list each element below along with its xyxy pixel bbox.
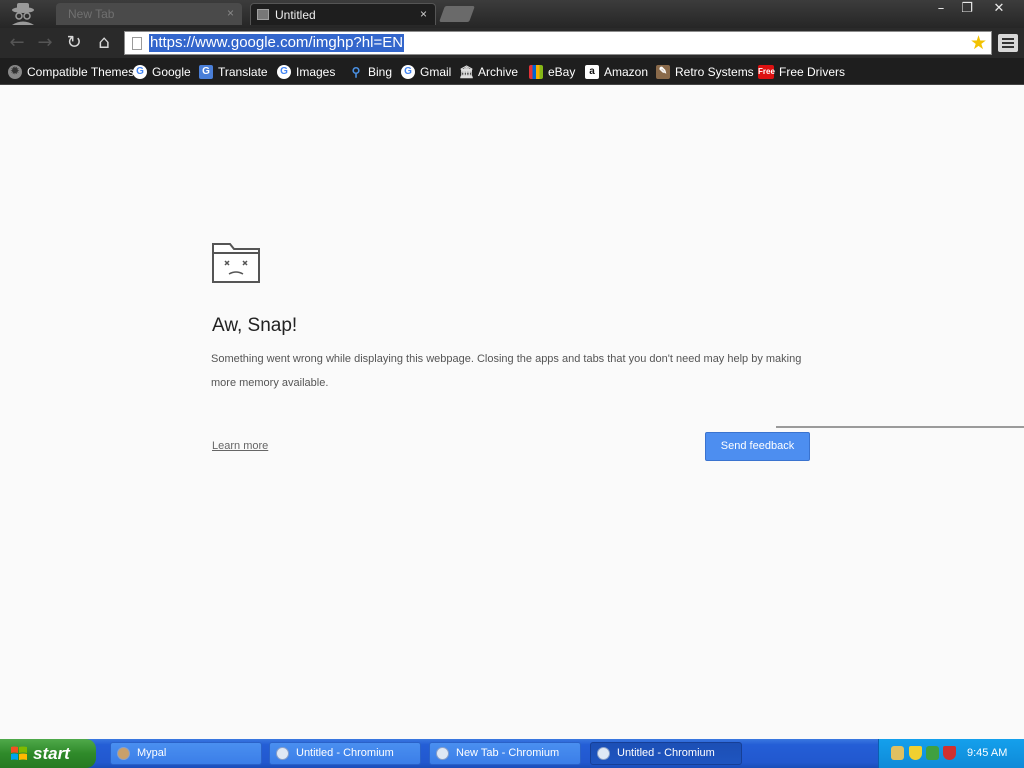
close-icon[interactable]: × [227, 6, 234, 20]
security-icon[interactable] [926, 746, 939, 760]
toolbar: ← → ↻ ⌂ https://www.google.com/imghp?hl=… [0, 28, 1024, 82]
windows-logo-icon [11, 746, 27, 760]
chromium-icon [597, 747, 610, 760]
menu-line [1002, 38, 1014, 40]
start-button[interactable]: start [0, 739, 96, 768]
bookmarks-bar: ✹ Compatible Themes G Google G Translate GI… [0, 58, 1024, 85]
error-message: Something went wrong while displaying th… [211, 353, 802, 389]
reload-icon[interactable]: ↻ [63, 32, 85, 54]
google-icon: G [133, 64, 147, 79]
tab-label: New Tab [68, 7, 115, 21]
title-bar: New Tab × Untitled × – ❐ ✕ [0, 0, 1024, 28]
back-arrow-icon[interactable]: ← [6, 32, 28, 54]
amazon-icon: a [585, 64, 599, 79]
page-icon [132, 37, 142, 50]
tab-new-tab[interactable]: New Tab × [56, 3, 242, 25]
gear-icon: ✹ [8, 64, 22, 79]
error-heading: Aw, Snap! [212, 315, 298, 336]
bookmark-amazon[interactable]: a Amazon [585, 62, 648, 80]
network-icon[interactable] [891, 746, 904, 760]
antivirus-icon[interactable] [943, 746, 956, 760]
bookmark-gmail[interactable]: G Gmail [401, 62, 451, 80]
clock: 9:45 AM [967, 747, 1008, 759]
chromium-icon [436, 747, 449, 760]
taskbar-item-label: Untitled - Chromium [296, 747, 394, 759]
menu-button[interactable] [998, 34, 1018, 52]
search-icon: ⚲ [351, 64, 361, 79]
bookmark-images[interactable]: G Images [277, 62, 335, 80]
restore-button[interactable]: ❐ [952, 1, 982, 17]
free-icon: Free [758, 64, 775, 79]
menu-line [1002, 46, 1014, 48]
tab-untitled[interactable]: Untitled × [250, 3, 436, 25]
google-icon: G [277, 64, 291, 79]
new-tab-button[interactable] [439, 6, 475, 22]
bookmark-retro-systems[interactable]: ✎ Retro Systems [656, 62, 754, 80]
bookmark-google[interactable]: G Google [133, 62, 191, 80]
taskbar-item-untitled-chromium[interactable]: Untitled - Chromium [269, 742, 421, 765]
start-label: start [33, 744, 70, 763]
retro-icon: ✎ [656, 64, 670, 79]
taskbar-item-mypal[interactable]: Mypal [110, 742, 262, 765]
home-icon[interactable]: ⌂ [93, 32, 115, 54]
address-bar[interactable]: https://www.google.com/imghp?hl=EN ★ [124, 31, 992, 55]
incognito-icon [12, 3, 34, 25]
chromium-icon [276, 747, 289, 760]
bookmark-bing[interactable]: ⚲ Bing [349, 62, 392, 80]
bookmark-free-drivers[interactable]: Free Free Drivers [758, 62, 845, 80]
tab-label: Untitled [275, 8, 316, 22]
send-feedback-button[interactable]: Send feedback [705, 432, 810, 461]
close-window-button[interactable]: ✕ [984, 1, 1014, 17]
taskbar-item-untitled-chromium-active[interactable]: Untitled - Chromium [590, 742, 742, 765]
close-icon[interactable]: × [420, 7, 427, 21]
sad-folder-icon [212, 243, 260, 283]
divider-line [776, 426, 1024, 428]
taskbar: start Mypal Untitled - Chromium New Tab … [0, 739, 1024, 768]
system-tray: 9:45 AM [878, 739, 1024, 768]
bookmark-ebay[interactable]: eBay [529, 62, 575, 80]
learn-more-link[interactable]: Learn more [212, 440, 268, 452]
url-text[interactable]: https://www.google.com/imghp?hl=EN [149, 34, 405, 52]
page-favicon-icon [257, 9, 269, 20]
forward-arrow-icon[interactable]: → [34, 32, 56, 54]
bookmark-archive[interactable]: 🏛 Archive [459, 62, 518, 80]
bookmark-compatible-themes[interactable]: ✹ Compatible Themes [8, 62, 134, 80]
ebay-icon [529, 64, 543, 79]
taskbar-item-label: New Tab - Chromium [456, 747, 560, 759]
mypal-icon [117, 747, 130, 760]
google-icon: G [401, 64, 415, 79]
taskbar-item-label: Mypal [137, 747, 167, 759]
taskbar-item-label: Untitled - Chromium [617, 747, 715, 759]
page-content: Aw, Snap! Something went wrong while dis… [0, 85, 1024, 739]
shield-icon[interactable] [909, 746, 922, 760]
taskbar-item-new-tab-chromium[interactable]: New Tab - Chromium [429, 742, 581, 765]
menu-line [1002, 42, 1014, 44]
bookmark-star-icon[interactable]: ★ [970, 32, 987, 54]
archive-icon: 🏛 [459, 64, 475, 79]
translate-icon: G [199, 64, 213, 79]
bookmark-translate[interactable]: G Translate [199, 62, 268, 80]
